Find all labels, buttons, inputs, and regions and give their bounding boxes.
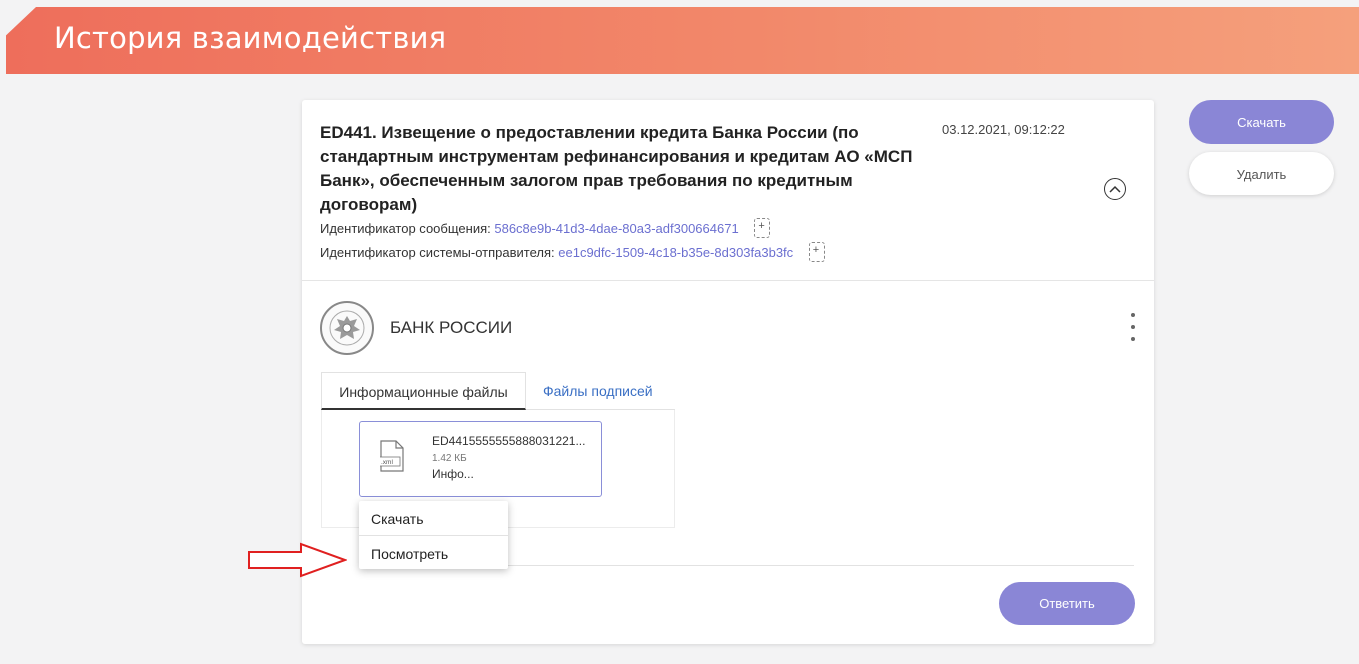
header-corner-decoration [6,7,36,41]
sender-id-value: ee1c9dfc-1509-4c18-b35e-8d303fa3b3fc [558,245,794,260]
file-description: Инфо... [432,467,474,481]
menu-item-view[interactable]: Посмотреть [359,535,508,569]
message-title: ED441. Извещение о предоставлении кредит… [320,123,913,214]
copy-icon[interactable] [808,242,825,262]
collapse-button[interactable] [1104,178,1126,200]
bank-emblem-icon [320,301,374,355]
org-name: БАНК РОССИИ [390,318,513,337]
svg-text:.xml: .xml [381,459,393,466]
file-item[interactable]: .xml ED4415555555888031221... 1.42 КБ Ин… [359,421,602,497]
tab-info-files[interactable]: Информационные файлы [321,372,526,410]
file-context-menu: Скачать Посмотреть [359,501,508,569]
copy-icon[interactable] [754,218,771,238]
file-size: 1.42 КБ [432,453,467,464]
menu-item-download[interactable]: Скачать [359,501,508,535]
download-button[interactable]: Скачать [1189,100,1334,144]
sender-id-row: Идентификатор системы-отправителя: ee1c9… [320,242,825,262]
delete-button[interactable]: Удалить [1189,152,1334,195]
xml-file-icon: .xml [380,440,404,472]
sender-id-label: Идентификатор системы-отправителя: [320,245,555,260]
message-header: ED441. Извещение о предоставлении кредит… [302,100,1154,281]
page-title: История взаимодействия [54,21,447,55]
message-id-label: Идентификатор сообщения: [320,221,491,236]
page-header: История взаимодействия [6,7,1359,74]
message-datetime: 03.12.2021, 09:12:22 [942,122,1065,137]
message-id-value: 586c8e9b-41d3-4dae-80a3-adf300664671 [494,221,739,236]
file-name: ED4415555555888031221... [432,434,586,448]
more-options-icon[interactable] [1128,313,1138,341]
file-tabs: Информационные файлы Файлы подписей [321,372,675,410]
chevron-up-icon [1109,185,1121,193]
red-arrow-icon [248,542,347,578]
message-card: ED441. Извещение о предоставлении кредит… [302,100,1154,644]
message-id-row: Идентификатор сообщения: 586c8e9b-41d3-4… [320,218,771,238]
reply-button[interactable]: Ответить [999,582,1135,625]
tab-signature-files[interactable]: Файлы подписей [543,372,653,410]
sender-org: БАНК РОССИИ [320,301,512,355]
